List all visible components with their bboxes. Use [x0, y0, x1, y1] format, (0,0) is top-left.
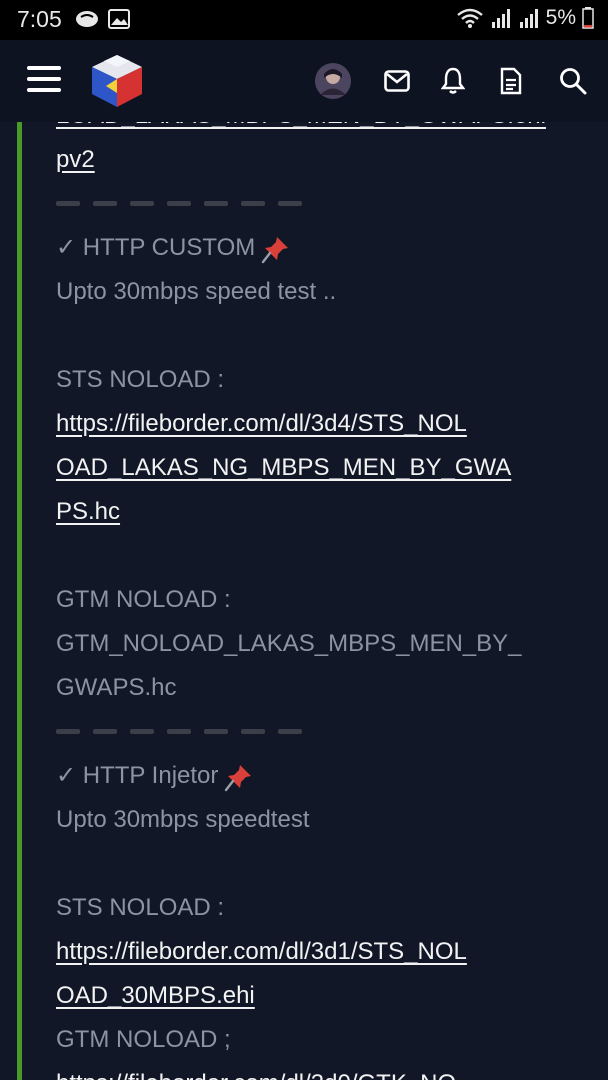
divider-dash	[241, 729, 265, 734]
divider-dash	[93, 729, 117, 734]
text-line: STS NOLOAD :	[56, 886, 576, 930]
dashed-divider	[56, 182, 576, 226]
heading-line: ✓ HTTP Injetor	[56, 754, 576, 798]
post-text: STS NOLOAD :	[56, 894, 225, 921]
divider-dash	[241, 201, 265, 206]
post-link[interactable]: OAD_LAKAS_NG_MBPS_MEN_BY_GWA	[56, 454, 511, 481]
text-line: GWAPS.hc	[56, 666, 576, 710]
divider-dash	[130, 729, 154, 734]
post-text: GTM NOLOAD :	[56, 586, 231, 613]
text-line: STS NOLOAD :	[56, 358, 576, 402]
divider-dash	[93, 201, 117, 206]
chat-bubble-icon	[76, 11, 98, 27]
divider-dash	[204, 201, 228, 206]
link-line: https://fileborder.com/dl/3d1/STS_NOL	[56, 930, 576, 974]
signal-icon	[491, 9, 510, 28]
signal-icon-2	[519, 9, 538, 28]
post-text: Upto 30mbps speedtest	[56, 806, 310, 833]
document-icon[interactable]	[500, 67, 522, 95]
dashed-divider	[56, 710, 576, 754]
post-link[interactable]: https://fileborder.com/dl/3d4/STS_NOL	[56, 410, 467, 437]
text-line: Upto 30mbps speedtest	[56, 798, 576, 842]
bell-icon[interactable]	[441, 67, 465, 95]
post-link[interactable]: LOAD_LAKAS_MBPS_MEN_BY_GWAPS.ehi	[56, 122, 546, 129]
app-bar	[0, 40, 608, 122]
post-text: GTM_NOLOAD_LAKAS_MBPS_MEN_BY_	[56, 630, 522, 657]
post-content: LOAD_LAKAS_MBPS_MEN_BY_GWAPS.ehi pv2 ✓ HTT…	[0, 122, 608, 1080]
menu-icon[interactable]	[27, 64, 61, 94]
search-icon[interactable]	[559, 67, 587, 95]
battery-icon	[582, 7, 594, 29]
status-time: 7:05	[17, 6, 62, 32]
section-heading: ✓ HTTP CUSTOM	[56, 234, 256, 261]
text-line: GTM NOLOAD :	[56, 578, 576, 622]
divider-dash	[204, 729, 228, 734]
divider-dash	[167, 201, 191, 206]
post-text: Upto 30mbps speed test ..	[56, 278, 337, 305]
divider-dash	[278, 729, 302, 734]
section-heading: ✓ HTTP Injetor	[56, 762, 219, 789]
forum-logo-cube-icon[interactable]	[88, 52, 146, 110]
text-line: GTM_NOLOAD_LAKAS_MBPS_MEN_BY_	[56, 622, 576, 666]
link-line: LOAD_LAKAS_MBPS_MEN_BY_GWAPS.ehi	[56, 122, 576, 138]
link-line: PS.hc	[56, 490, 576, 534]
post-body: LOAD_LAKAS_MBPS_MEN_BY_GWAPS.ehi pv2 ✓ HTT…	[56, 122, 576, 1080]
status-right: 5%	[456, 6, 594, 30]
wifi-icon	[456, 8, 483, 28]
post-text: GTM NOLOAD ;	[56, 1026, 231, 1053]
divider-dash	[167, 729, 191, 734]
divider-dash	[56, 729, 80, 734]
divider-dash	[130, 201, 154, 206]
heading-line: ✓ HTTP CUSTOM	[56, 226, 576, 270]
divider-dash	[56, 201, 80, 206]
user-avatar[interactable]	[314, 62, 352, 100]
post-link[interactable]: https://fileborder.com/dl/3d1/STS_NOL	[56, 938, 467, 965]
pushpin-icon	[262, 236, 289, 263]
divider-dash	[278, 201, 302, 206]
post-text: GWAPS.hc	[56, 674, 177, 701]
text-line: Upto 30mbps speed test ..	[56, 270, 576, 314]
mail-icon[interactable]	[384, 70, 410, 92]
post-link[interactable]: pv2	[56, 146, 95, 173]
pushpin-icon	[225, 764, 252, 791]
text-line: GTM NOLOAD ;	[56, 1018, 576, 1062]
quote-bar	[17, 122, 22, 1080]
post-link[interactable]: OAD_30MBPS.ehi	[56, 982, 255, 1009]
link-line: OAD_30MBPS.ehi	[56, 974, 576, 1018]
link-line: OAD_LAKAS_NG_MBPS_MEN_BY_GWA	[56, 446, 576, 490]
post-text: STS NOLOAD :	[56, 366, 225, 393]
link-line: https://fileborder.com/dl/3d4/STS_NOL	[56, 402, 576, 446]
link-line: https://fileborder.com/dl/3d0/GTK_NO	[56, 1062, 576, 1080]
post-link[interactable]: PS.hc	[56, 498, 120, 525]
post-link[interactable]: https://fileborder.com/dl/3d0/GTK_NO	[56, 1070, 456, 1080]
battery-percent: 5%	[545, 6, 576, 29]
link-line: pv2	[56, 138, 576, 182]
status-bar: 7:05 5%	[0, 0, 608, 40]
gallery-icon	[108, 9, 130, 29]
